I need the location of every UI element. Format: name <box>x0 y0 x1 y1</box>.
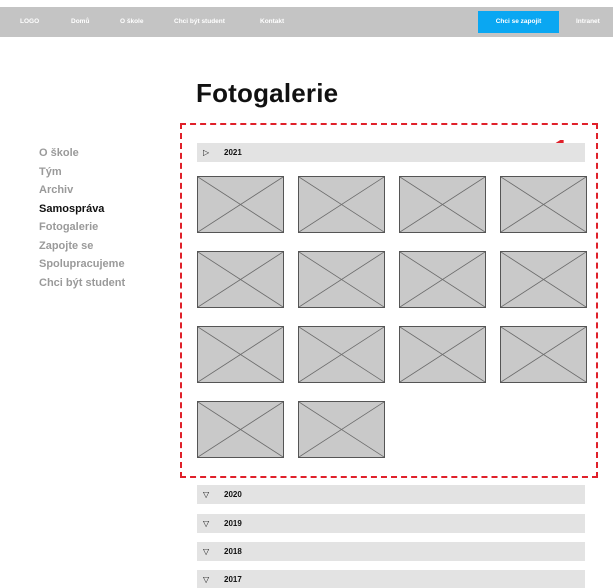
triangle-down-icon: ▽ <box>203 575 210 584</box>
triangle-down-icon: ▽ <box>203 547 210 556</box>
nav-link-home[interactable]: Domů <box>71 7 89 37</box>
triangle-down-icon: ▽ <box>203 490 210 499</box>
image-placeholder-icon <box>299 177 384 232</box>
triangle-right-icon: ▷ <box>203 148 210 157</box>
top-navigation-bar: LOGO Domů O škole Chci být student Konta… <box>0 7 613 37</box>
year-accordion-2018[interactable]: ▽ 2018 <box>197 542 585 561</box>
nav-link-intranet[interactable]: Intranet <box>576 7 600 37</box>
image-placeholder-icon <box>299 252 384 307</box>
year-accordion-2021[interactable]: ▷ 2021 <box>197 143 585 162</box>
year-label: 2020 <box>224 490 242 499</box>
sidebar-navigation: O škole Tým Archiv Samospráva Fotogaleri… <box>39 144 179 292</box>
image-placeholder-icon <box>198 327 283 382</box>
image-placeholder-icon <box>198 177 283 232</box>
photo-thumbnail[interactable] <box>399 326 486 383</box>
photo-thumbnail[interactable] <box>500 251 587 308</box>
photo-thumbnail[interactable] <box>197 326 284 383</box>
image-placeholder-icon <box>198 252 283 307</box>
year-accordion-2020[interactable]: ▽ 2020 <box>197 485 585 504</box>
image-placeholder-icon <box>501 177 586 232</box>
photo-thumbnail[interactable] <box>399 251 486 308</box>
image-placeholder-icon <box>400 177 485 232</box>
year-label: 2021 <box>224 148 242 157</box>
image-placeholder-icon <box>501 327 586 382</box>
image-placeholder-icon <box>400 327 485 382</box>
photo-thumbnail[interactable] <box>399 176 486 233</box>
year-label: 2018 <box>224 547 242 556</box>
nav-link-become-student[interactable]: Chci být student <box>174 7 225 37</box>
photo-thumbnail[interactable] <box>197 176 284 233</box>
sidebar-item-spolupracujeme[interactable]: Spolupracujeme <box>39 255 179 274</box>
year-accordion-2017[interactable]: ▽ 2017 <box>197 570 585 588</box>
photo-thumbnail[interactable] <box>500 176 587 233</box>
image-placeholder-icon <box>400 252 485 307</box>
image-placeholder-icon <box>198 402 283 457</box>
sidebar-item-o-skole[interactable]: O škole <box>39 144 179 163</box>
sidebar-item-tym[interactable]: Tým <box>39 163 179 182</box>
nav-link-about-school[interactable]: O škole <box>120 7 143 37</box>
image-placeholder-icon <box>299 327 384 382</box>
page-title: Fotogalerie <box>196 78 339 108</box>
photo-thumbnail[interactable] <box>298 176 385 233</box>
image-placeholder-icon <box>501 252 586 307</box>
logo[interactable]: LOGO <box>20 7 39 37</box>
photo-thumbnail[interactable] <box>298 401 385 458</box>
image-placeholder-icon <box>299 402 384 457</box>
sidebar-item-samosprava[interactable]: Samospráva <box>39 200 179 219</box>
photo-thumbnail[interactable] <box>500 326 587 383</box>
join-us-button[interactable]: Chci se zapojit <box>478 11 559 33</box>
photo-thumbnail[interactable] <box>197 251 284 308</box>
sidebar-item-fotogalerie[interactable]: Fotogalerie <box>39 218 179 237</box>
year-label: 2017 <box>224 575 242 584</box>
photo-thumbnail[interactable] <box>298 326 385 383</box>
sidebar-item-chci-byt-student[interactable]: Chci být student <box>39 274 179 293</box>
photo-thumbnail[interactable] <box>298 251 385 308</box>
sidebar-item-archiv[interactable]: Archiv <box>39 181 179 200</box>
triangle-down-icon: ▽ <box>203 519 210 528</box>
sidebar-item-zapojte-se[interactable]: Zapojte se <box>39 237 179 256</box>
nav-link-contact[interactable]: Kontakt <box>260 7 284 37</box>
photo-thumbnail[interactable] <box>197 401 284 458</box>
year-accordion-2019[interactable]: ▽ 2019 <box>197 514 585 533</box>
year-label: 2019 <box>224 519 242 528</box>
